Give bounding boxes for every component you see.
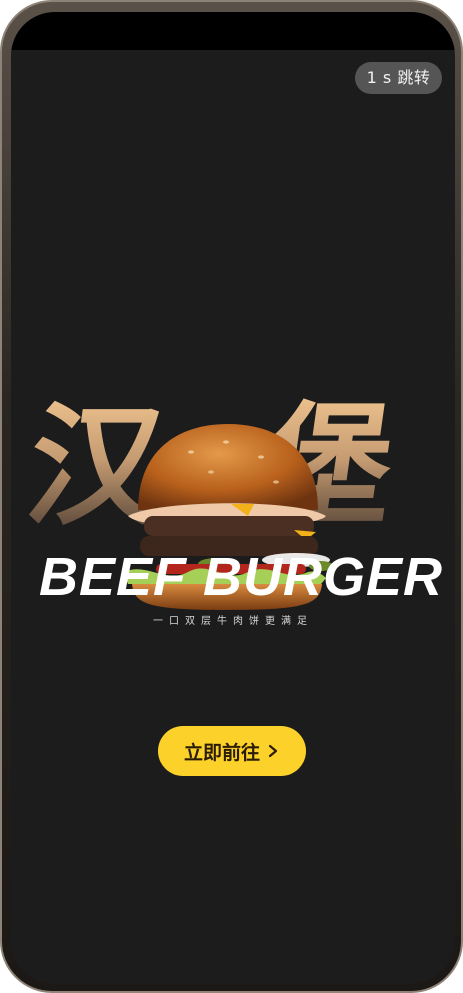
status-bar [11,12,455,50]
go-now-label: 立即前往 [183,741,260,764]
tagline: 一口双层牛肉饼更满足 [153,616,313,627]
english-title: BEEF BURGER [39,547,444,607]
skip-button[interactable]: 1 s 跳转 [355,62,442,94]
phone-frame: 1 s 跳转 汉堡 [0,0,463,993]
go-now-button[interactable]: 立即前往 [158,726,306,776]
splash-screen: 1 s 跳转 汉堡 [11,12,455,984]
chevron-right-icon [268,744,278,758]
promo-banner: 汉堡 [11,390,455,632]
